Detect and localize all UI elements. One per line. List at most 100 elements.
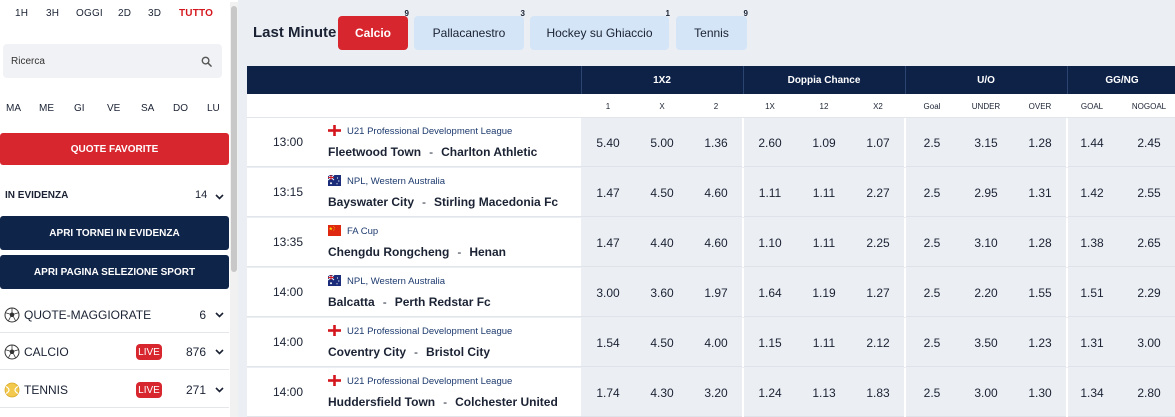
odd-button[interactable]: 1.34 xyxy=(1065,368,1119,417)
odd-button[interactable]: 4.30 xyxy=(635,368,689,417)
odd-button[interactable]: 4.60 xyxy=(689,168,743,217)
odd-button[interactable]: 1.11 xyxy=(797,168,851,217)
sport-row-quote-maggiorate[interactable]: QUOTE-MAGGIORATE 6 xyxy=(0,297,229,333)
odd-button[interactable]: 1.74 xyxy=(581,368,635,417)
odd-button[interactable]: 1.38 xyxy=(1065,218,1119,267)
odd-button[interactable]: 1.27 xyxy=(851,268,905,317)
odd-button[interactable]: 2.29 xyxy=(1122,268,1175,317)
odd-button[interactable]: 1.54 xyxy=(581,318,635,367)
odd-button[interactable]: 2.65 xyxy=(1122,218,1175,267)
sidebar-scroll-thumb[interactable] xyxy=(231,6,237,272)
weekday-do[interactable]: DO xyxy=(173,103,188,114)
apri-pagina-button[interactable]: APRI PAGINA SELEZIONE SPORT xyxy=(0,255,229,289)
weekday-lu[interactable]: LU xyxy=(207,103,220,114)
odd-button[interactable]: 2.95 xyxy=(959,168,1013,217)
odd-button[interactable]: 1.07 xyxy=(851,118,905,167)
odd-button[interactable]: 1.31 xyxy=(1065,318,1119,367)
odd-button[interactable]: 1.30 xyxy=(1013,368,1067,417)
match-info[interactable]: 13:35 FA Cup Chengdu Rongcheng - Henan xyxy=(247,218,581,267)
odd-button[interactable]: 3.10 xyxy=(959,218,1013,267)
match-info[interactable]: 14:00 U21 Professional Development League… xyxy=(247,368,581,417)
odd-button[interactable]: 2.5 xyxy=(905,368,959,417)
time-filter-1h[interactable]: 1H xyxy=(15,8,28,19)
odd-button[interactable]: 1.47 xyxy=(581,218,635,267)
odd-button[interactable]: 4.00 xyxy=(689,318,743,367)
odd-button[interactable]: 3.60 xyxy=(635,268,689,317)
odd-button[interactable]: 1.15 xyxy=(743,318,797,367)
in-evidenza-row[interactable]: IN EVIDENZA 14 xyxy=(0,186,229,206)
match-info[interactable]: 13:00 U21 Professional Development League… xyxy=(247,118,581,167)
apri-tornei-button[interactable]: APRI TORNEI IN EVIDENZA xyxy=(0,216,229,250)
odd-button[interactable]: 2.5 xyxy=(905,268,959,317)
sidebar-scrollbar[interactable] xyxy=(230,2,238,417)
odd-button[interactable]: 1.11 xyxy=(743,168,797,217)
match-row[interactable]: 14:00 U21 Professional Development League… xyxy=(247,318,1175,368)
tab-tennis[interactable]: Tennis 9 xyxy=(676,9,748,50)
time-filter-oggi[interactable]: OGGI xyxy=(76,8,103,19)
odd-button[interactable]: 3.20 xyxy=(689,368,743,417)
odd-button[interactable]: 3.00 xyxy=(1122,318,1175,367)
odd-button[interactable]: 1.42 xyxy=(1065,168,1119,217)
odd-button[interactable]: 1.51 xyxy=(1065,268,1119,317)
chevron-down-icon[interactable] xyxy=(215,349,224,355)
tab-pallacanestro[interactable]: Pallacanestro 3 xyxy=(414,9,525,50)
odd-button[interactable]: 1.23 xyxy=(1013,318,1067,367)
match-row[interactable]: 13:00 U21 Professional Development League… xyxy=(247,118,1175,168)
search-input[interactable] xyxy=(3,44,193,78)
search-icon[interactable] xyxy=(201,56,212,67)
chevron-down-icon[interactable] xyxy=(215,194,224,200)
match-row[interactable]: 13:35 FA Cup Chengdu Rongcheng - Henan 1.47 4.… xyxy=(247,218,1175,268)
odd-button[interactable]: 1.28 xyxy=(1013,118,1067,167)
odd-button[interactable]: 2.55 xyxy=(1122,168,1175,217)
odd-button[interactable]: 5.40 xyxy=(581,118,635,167)
chevron-down-icon[interactable] xyxy=(215,312,224,318)
match-info[interactable]: 14:00 NPL, Western Australia Balcatta - Pert… xyxy=(247,268,581,317)
odd-button[interactable]: 1.83 xyxy=(851,368,905,417)
time-filter-3d[interactable]: 3D xyxy=(148,8,161,19)
odd-button[interactable]: 1.97 xyxy=(689,268,743,317)
odd-button[interactable]: 2.20 xyxy=(959,268,1013,317)
odd-button[interactable]: 2.5 xyxy=(905,168,959,217)
odd-button[interactable]: 2.25 xyxy=(851,218,905,267)
odd-button[interactable]: 2.27 xyxy=(851,168,905,217)
odd-button[interactable]: 1.24 xyxy=(743,368,797,417)
match-row[interactable]: 14:00 NPL, Western Australia Balcatta - Pert… xyxy=(247,268,1175,318)
odd-button[interactable]: 1.19 xyxy=(797,268,851,317)
odd-button[interactable]: 2.5 xyxy=(905,318,959,367)
odd-button[interactable]: 4.60 xyxy=(689,218,743,267)
odd-button[interactable]: 2.60 xyxy=(743,118,797,167)
match-info[interactable]: 13:15 NPL, Western Australia Bayswater Cit… xyxy=(247,168,581,217)
odd-button[interactable]: 1.28 xyxy=(1013,218,1067,267)
odd-button[interactable]: 2.12 xyxy=(851,318,905,367)
odd-button[interactable]: 1.13 xyxy=(797,368,851,417)
odd-button[interactable]: 2.5 xyxy=(905,118,959,167)
tab-calcio[interactable]: Calcio 9 xyxy=(338,9,409,50)
odd-button[interactable]: 3.15 xyxy=(959,118,1013,167)
odd-button[interactable]: 1.44 xyxy=(1065,118,1119,167)
weekday-ve[interactable]: VE xyxy=(107,103,120,114)
odd-button[interactable]: 2.45 xyxy=(1122,118,1175,167)
odd-button[interactable]: 3.50 xyxy=(959,318,1013,367)
odd-button[interactable]: 3.00 xyxy=(959,368,1013,417)
odd-button[interactable]: 1.31 xyxy=(1013,168,1067,217)
tab-hockey-su-ghiaccio[interactable]: Hockey su Ghiaccio 1 xyxy=(530,9,670,50)
odd-button[interactable]: 1.64 xyxy=(743,268,797,317)
match-row[interactable]: 13:15 NPL, Western Australia Bayswater Cit… xyxy=(247,168,1175,218)
quote-favorite-button[interactable]: QUOTE FAVORITE xyxy=(0,133,229,165)
odd-button[interactable]: 4.40 xyxy=(635,218,689,267)
odd-button[interactable]: 1.11 xyxy=(797,218,851,267)
match-row[interactable]: 14:00 U21 Professional Development League… xyxy=(247,368,1175,417)
odd-button[interactable]: 2.80 xyxy=(1122,368,1175,417)
weekday-ma[interactable]: MA xyxy=(6,103,21,114)
sport-row-calcio[interactable]: CALCIO LIVE 876 xyxy=(0,334,229,370)
odd-button[interactable]: 1.09 xyxy=(797,118,851,167)
odd-button[interactable]: 1.10 xyxy=(743,218,797,267)
weekday-me[interactable]: ME xyxy=(39,103,54,114)
sport-row-tennis[interactable]: TENNIS LIVE 271 xyxy=(0,372,229,408)
time-filter-tutto[interactable]: TUTTO xyxy=(179,8,213,19)
odd-button[interactable]: 2.5 xyxy=(905,218,959,267)
match-info[interactable]: 14:00 U21 Professional Development League… xyxy=(247,318,581,367)
odd-button[interactable]: 5.00 xyxy=(635,118,689,167)
odd-button[interactable]: 4.50 xyxy=(635,318,689,367)
chevron-down-icon[interactable] xyxy=(215,387,224,393)
